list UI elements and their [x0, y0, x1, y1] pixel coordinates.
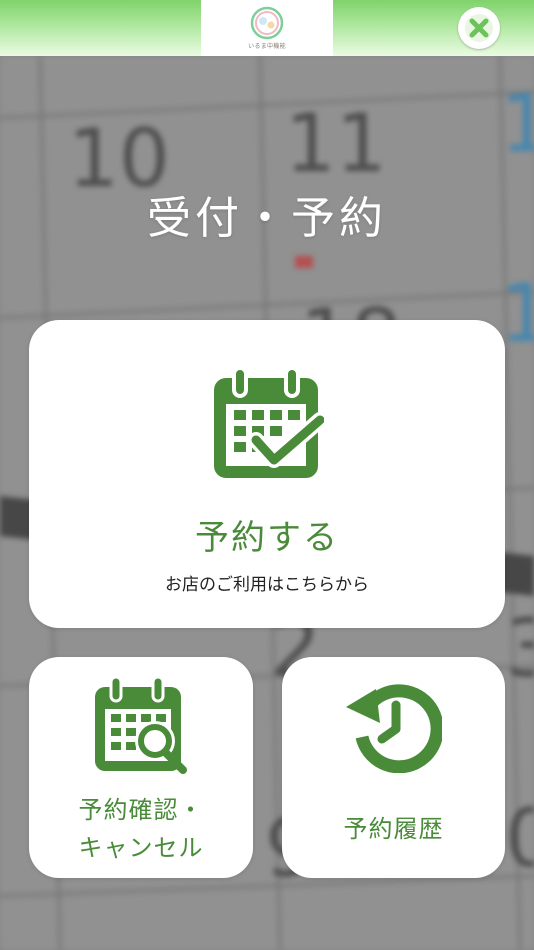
reserve-label: 予約する	[195, 518, 339, 558]
app-logo: いるま中機能	[201, 0, 333, 56]
top-bar: いるま中機能	[0, 0, 534, 56]
confirm-cancel-label-line1: 予約確認・	[78, 796, 204, 824]
confirm-cancel-card[interactable]: 予約確認・ キャンセル	[29, 657, 253, 878]
logo-emblem-icon	[250, 6, 284, 40]
calendar-search-icon	[95, 677, 187, 774]
calendar-check-icon	[214, 368, 324, 478]
history-label: 予約履歴	[343, 815, 444, 843]
history-clock-icon	[346, 684, 442, 773]
close-button[interactable]	[458, 7, 500, 49]
confirm-cancel-label: 予約確認・ キャンセル	[29, 791, 253, 867]
page-title: 受付・予約	[147, 193, 387, 244]
history-card[interactable]: 予約履歴	[282, 657, 505, 878]
confirm-cancel-label-line2: キャンセル	[78, 834, 204, 862]
logo-text: いるま中機能	[248, 43, 286, 50]
reserve-sublabel: お店のご利用はこちらから	[165, 575, 369, 595]
close-icon	[465, 14, 493, 42]
reserve-card[interactable]: 予約する お店のご利用はこちらから	[29, 320, 505, 628]
